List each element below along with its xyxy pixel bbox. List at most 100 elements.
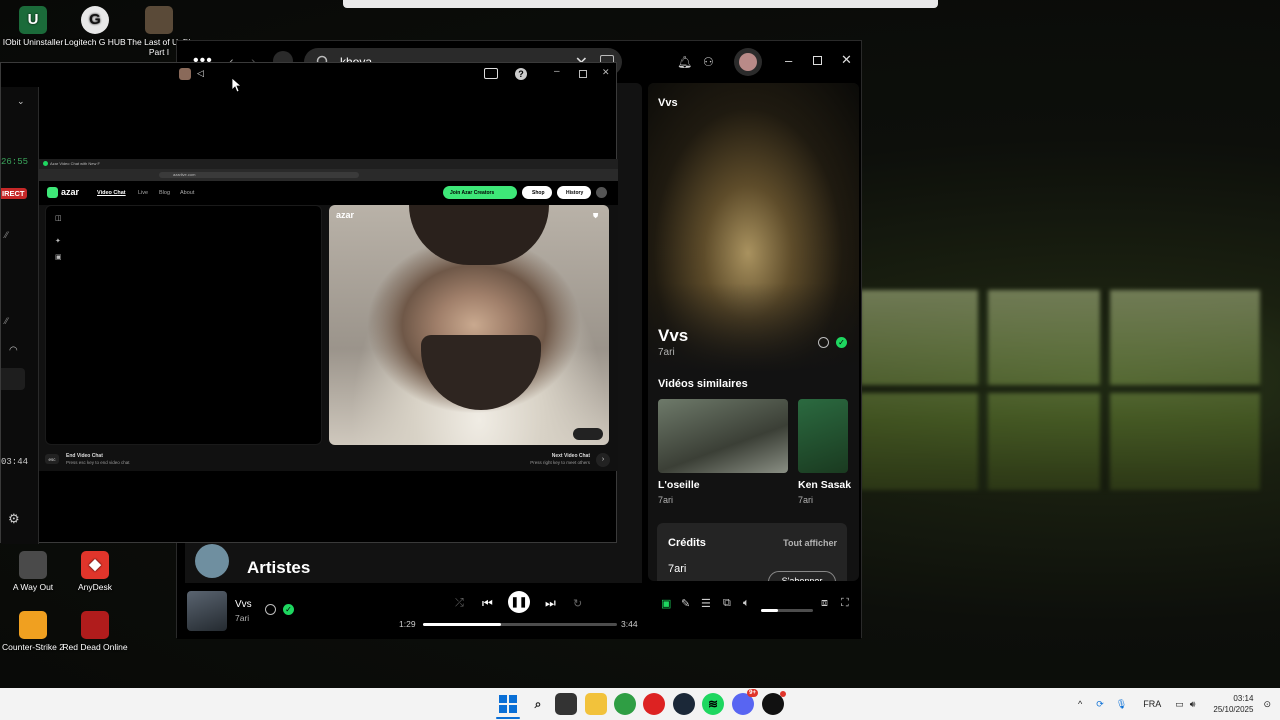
lyrics-icon[interactable]: ✎ [681, 597, 690, 610]
antivirus-icon[interactable] [643, 693, 665, 715]
now-playing-view-icon[interactable]: ▣ [661, 597, 671, 610]
url-text[interactable]: azarlive.com [173, 172, 195, 177]
share-maximize-icon[interactable] [579, 70, 587, 78]
settings-gear-icon[interactable]: ⚙ [8, 511, 20, 527]
desktop-icon-rdo[interactable]: Red Dead Online [62, 611, 128, 652]
task-view-icon[interactable] [555, 693, 577, 715]
np-title[interactable]: Vvs [658, 326, 688, 346]
strip-control[interactable] [1, 368, 25, 390]
saved-check-icon[interactable]: ✓ [836, 337, 847, 348]
language-indicator[interactable]: FRA [1143, 699, 1161, 709]
share-minimize-icon[interactable]: – [554, 66, 560, 77]
share-titlebar[interactable]: ◁ ? – ✕ [1, 63, 616, 87]
desktop-icon-logitech[interactable]: G Logitech G HUB [62, 6, 128, 47]
similar-title-1[interactable]: L'oseille [658, 479, 700, 491]
similar-title-2[interactable]: Ken Sasak [798, 479, 851, 491]
pane-icon-3[interactable]: ▣ [55, 253, 62, 261]
next-chat-title[interactable]: Next Video Chat [552, 453, 590, 459]
shop-button[interactable]: Shop [522, 186, 552, 199]
np-artist[interactable]: 7ari [658, 347, 675, 358]
similar-video-thumb-1[interactable] [658, 399, 788, 473]
address-bar[interactable]: azarlive.com [39, 169, 618, 181]
player-hide-icon[interactable] [265, 604, 276, 615]
notification-icon[interactable]: ⊙ [1263, 699, 1271, 710]
next-icon[interactable]: ⏭︎ [545, 596, 556, 611]
fullscreen-icon[interactable]: ⛶ [841, 597, 849, 610]
hide-icon[interactable] [818, 337, 829, 348]
follow-button[interactable]: S'abonner [768, 571, 836, 581]
volume-slider[interactable] [761, 609, 813, 612]
credits-artist[interactable]: 7ari [668, 563, 686, 575]
similar-artist-2[interactable]: 7ari [798, 495, 813, 505]
miniplayer-icon[interactable]: ⧈ [821, 597, 828, 610]
progress-fill [423, 623, 501, 626]
nav-about[interactable]: About [180, 190, 194, 196]
credits-card: Crédits Tout afficher 7ari S'abonner [657, 523, 847, 581]
desktop-icon-iobit[interactable]: U IObit Uninstaller [0, 6, 66, 47]
friends-icon[interactable]: ⚇ [703, 55, 714, 69]
chevron-down-icon[interactable]: ⌄ [17, 96, 25, 107]
nav-blog[interactable]: Blog [159, 190, 170, 196]
similar-artist-1[interactable]: 7ari [658, 495, 673, 505]
timer-top: 26:55 [1, 157, 29, 167]
desktop-icon-awayout[interactable]: A Way Out [0, 551, 66, 592]
share-close-icon[interactable]: ✕ [602, 67, 610, 78]
desktop-icon-cs2[interactable]: Counter-Strike 2 [0, 611, 66, 652]
volume-tray-icon[interactable]: 🔊︎ [1190, 699, 1196, 710]
join-creators-button[interactable]: Join Azar Creators [443, 186, 517, 199]
taskbar-search-icon[interactable]: ⌕ [527, 693, 549, 715]
player-artist[interactable]: 7ari [235, 613, 249, 623]
azar-logo-text[interactable]: azar [61, 187, 79, 197]
volume-icon[interactable]: 🔈︎ [743, 597, 750, 610]
profile-avatar[interactable] [596, 187, 607, 198]
tab-title[interactable]: Azar Video Chat with New F [50, 161, 100, 166]
desktop-icon-anydesk[interactable]: ◆ AnyDesk [62, 551, 128, 592]
next-arrow-button[interactable]: › [596, 453, 610, 467]
sync-icon[interactable]: ⟳ [1096, 699, 1104, 710]
discord-icon[interactable]: 9+ [732, 689, 758, 715]
microphone-icon[interactable]: 🎙︎ [1116, 699, 1127, 710]
maximize-icon[interactable] [813, 56, 822, 65]
clock[interactable]: 03:14 25/10/2025 [1213, 693, 1253, 715]
file-explorer-icon[interactable] [585, 693, 607, 715]
iobit-icon: U [19, 6, 47, 34]
progress-bar[interactable] [423, 623, 617, 626]
queue-icon[interactable]: ☰ [701, 597, 711, 610]
history-button[interactable]: History [557, 186, 591, 199]
end-chat-title[interactable]: End Video Chat [66, 453, 103, 459]
headset-icon[interactable]: ◠ [9, 345, 18, 356]
help-icon[interactable]: ? [515, 68, 527, 80]
bell-icon[interactable]: 🔔︎ [677, 55, 692, 69]
pause-button[interactable]: ❚❚ [508, 591, 530, 613]
nav-live[interactable]: Live [138, 190, 148, 196]
close-icon[interactable]: ✕ [841, 52, 852, 68]
deafen-icon[interactable]: ⁄⁄ [5, 316, 8, 326]
obs-icon[interactable] [762, 691, 786, 715]
player-track-title[interactable]: Vvs [235, 599, 252, 610]
connect-device-icon[interactable]: ⧉ [723, 597, 731, 610]
credits-show-all-link[interactable]: Tout afficher [783, 538, 837, 548]
repeat-icon[interactable]: ↻ [573, 597, 582, 610]
chrome-icon[interactable] [614, 693, 636, 715]
tray-overflow-icon[interactable]: ^ [1078, 699, 1082, 709]
display-icon[interactable]: ▭ [1175, 699, 1184, 710]
stop-share-icon[interactable] [484, 68, 498, 79]
avatar[interactable] [734, 48, 762, 76]
sparkle-icon[interactable]: ✦ [55, 237, 61, 245]
previous-icon[interactable]: ⏮︎ [482, 596, 493, 611]
mute-icon[interactable]: ⁄⁄ [5, 230, 8, 240]
player-saved-icon[interactable]: ✓ [283, 604, 294, 615]
nav-video-chat[interactable]: Video Chat [97, 190, 126, 196]
minimize-icon[interactable]: – [785, 53, 792, 68]
steam-icon[interactable] [673, 693, 695, 715]
spotify-icon[interactable]: ≋ [702, 693, 724, 715]
track-cover[interactable] [187, 591, 227, 631]
shuffle-icon[interactable]: ⤮ [455, 597, 464, 610]
partner-info-chip[interactable] [573, 428, 603, 440]
similar-video-thumb-2[interactable] [798, 399, 848, 473]
artist-avatar[interactable] [195, 544, 229, 578]
report-shield-icon[interactable]: ⛊ [593, 213, 598, 221]
pane-icon-1[interactable]: ◫ [55, 214, 62, 222]
start-button[interactable] [497, 693, 519, 715]
speaker-icon[interactable]: ◁ [197, 68, 204, 79]
